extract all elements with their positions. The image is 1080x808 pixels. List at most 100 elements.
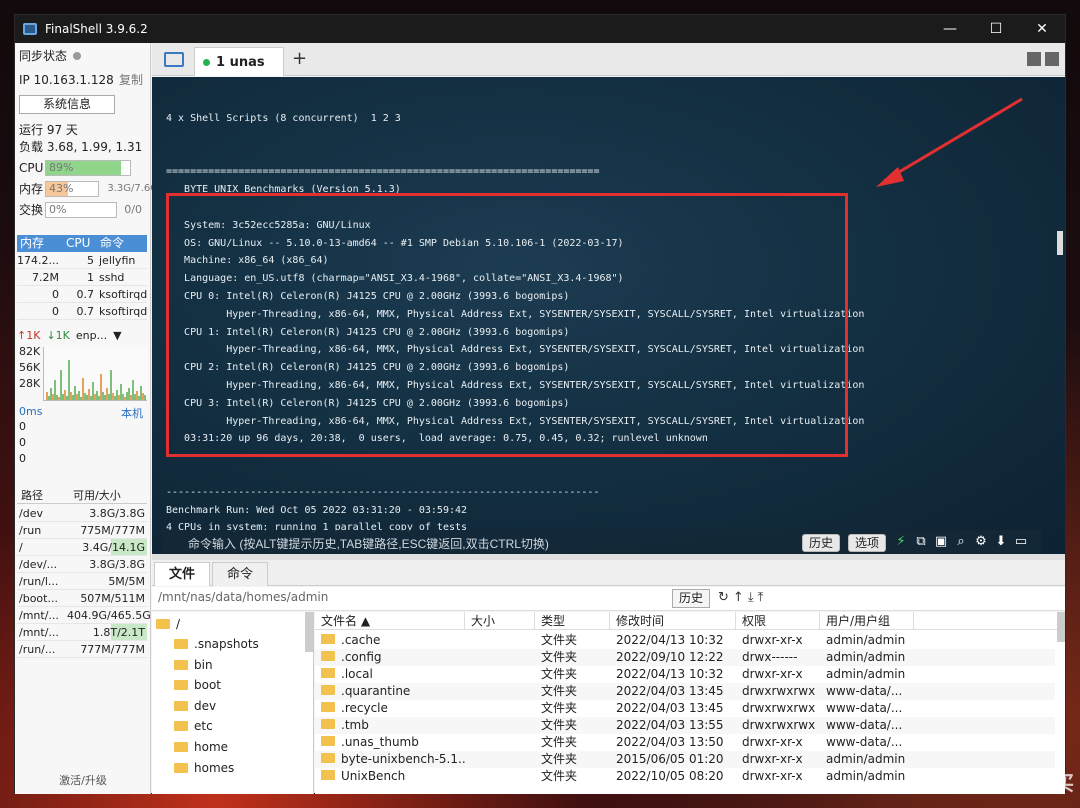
- gear-icon[interactable]: ⚙: [974, 535, 988, 549]
- search-icon[interactable]: ⌕: [954, 535, 968, 549]
- ping-host[interactable]: 本机: [121, 405, 143, 421]
- disk-col-path[interactable]: 路径: [17, 487, 67, 503]
- net-interface-select[interactable]: enp...: [76, 329, 107, 345]
- system-info-button[interactable]: 系统信息: [19, 95, 115, 114]
- tree-item[interactable]: dev: [174, 696, 216, 716]
- history-button[interactable]: 历史: [802, 534, 841, 552]
- file-user: www-data/...: [826, 735, 903, 749]
- terminal-scrollbar[interactable]: [1057, 231, 1063, 255]
- path-toolbar: ↻↑⤓⤒: [718, 590, 767, 605]
- tree-item-label: dev: [194, 698, 217, 713]
- cpu-value: 89%: [49, 161, 74, 174]
- file-name: .recycle: [315, 700, 465, 717]
- arrow-down-icon[interactable]: ⬇: [994, 535, 1008, 549]
- command-input-bar[interactable]: 命令输入 (按ALT键提示历史,TAB键路径,ESC键返回,双击CTRL切换) …: [162, 530, 1042, 554]
- file-row[interactable]: .quarantine 文件夹 2022/04/03 13:45 drwxrwxrwx…: [315, 683, 1055, 700]
- file-type: 文件夹: [541, 735, 578, 749]
- proc-mem: 0: [52, 305, 59, 318]
- col-type[interactable]: 类型: [535, 612, 610, 629]
- disk-row[interactable]: /dev/... 3.8G/3.8G: [17, 556, 147, 573]
- col-filename[interactable]: 文件名 ▲: [315, 612, 465, 629]
- proc-col-cpu[interactable]: CPU: [63, 235, 97, 252]
- file-type: 文件夹: [541, 752, 578, 766]
- tree-item[interactable]: homes: [174, 758, 234, 778]
- file-type: 文件夹: [541, 667, 578, 681]
- tab-commands[interactable]: 命令: [212, 562, 269, 586]
- folder-icon[interactable]: [164, 52, 184, 67]
- disk-row[interactable]: / 3.4G/14.1G: [17, 539, 147, 556]
- window-icon[interactable]: ▭: [1014, 535, 1028, 549]
- file-row[interactable]: UnixBench 文件夹 2022/10/05 08:20 drwxr-xr-x ad…: [315, 768, 1055, 785]
- app-icon: [23, 23, 37, 35]
- disk-row[interactable]: /dev 3.8G/3.8G: [17, 505, 147, 522]
- file-time: 2022/10/05 08:20: [616, 769, 724, 783]
- copy-icon[interactable]: ⧉: [914, 535, 928, 549]
- file-row[interactable]: .local 文件夹 2022/04/13 10:32 drwxr-xr-x admin…: [315, 666, 1055, 683]
- process-table-header: 内存 CPU 命令: [17, 235, 147, 252]
- swap-detail: 0/0: [124, 203, 142, 216]
- file-time: 2022/09/10 12:22: [616, 650, 724, 664]
- tab-session-unas[interactable]: 1 unas: [194, 47, 284, 76]
- process-row[interactable]: 174.2... 5 jellyfin: [17, 253, 147, 269]
- file-user: admin/admin: [826, 769, 906, 783]
- file-row[interactable]: .unas_thumb 文件夹 2022/04/03 13:50 drwxr-xr-x…: [315, 734, 1055, 751]
- download-icon[interactable]: ⤓: [748, 590, 758, 605]
- process-row[interactable]: 0 0.7 ksoftirqd: [17, 304, 147, 320]
- tree-item[interactable]: etc: [174, 716, 213, 736]
- disk-row[interactable]: /mnt/... 1.8T/2.1T: [17, 624, 147, 641]
- command-input[interactable]: 命令输入 (按ALT键提示历史,TAB键路径,ESC键返回,双击CTRL切换): [188, 535, 549, 552]
- file-row[interactable]: byte-unixbench-5.1... 文件夹 2015/06/05 01:20…: [315, 751, 1055, 768]
- tab-files[interactable]: 文件: [154, 562, 211, 586]
- tree-item[interactable]: home: [174, 737, 228, 757]
- session-tab-bar: 1 unas +: [152, 43, 1065, 76]
- disk-row[interactable]: /mnt/... 404.9G/465.5G: [17, 607, 151, 624]
- tree-item[interactable]: .snapshots: [174, 634, 259, 654]
- folder-icon: [174, 721, 188, 732]
- paste-icon[interactable]: ▣: [934, 535, 948, 549]
- file-row[interactable]: .config 文件夹 2022/09/10 12:22 drwx------ admi…: [315, 649, 1055, 666]
- disk-row[interactable]: /boot... 507M/511M: [17, 590, 147, 607]
- proc-col-mem[interactable]: 内存: [17, 235, 63, 252]
- process-row[interactable]: 0 0.7 ksoftirqd: [17, 287, 147, 303]
- tree-item[interactable]: bin: [174, 655, 213, 675]
- net-download: ↓1K: [46, 329, 70, 342]
- terminal-line: Benchmark Run: Wed Oct 05 2022 03:31:20 …: [166, 504, 468, 516]
- col-size[interactable]: 大小: [465, 612, 535, 629]
- col-permissions[interactable]: 权限: [736, 612, 820, 629]
- up-icon[interactable]: ↑: [733, 590, 748, 605]
- add-tab-button[interactable]: +: [292, 48, 307, 69]
- file-row[interactable]: .cache 文件夹 2022/04/13 10:32 drwxr-xr-x admin…: [315, 632, 1055, 649]
- disk-row[interactable]: /run/l... 5M/5M: [17, 573, 147, 590]
- path-bar: /mnt/nas/data/homes/admin 历史 ↻↑⤓⤒: [152, 587, 1065, 611]
- menu-icon[interactable]: [1045, 52, 1059, 66]
- tree-item[interactable]: boot: [174, 675, 221, 695]
- col-owner[interactable]: 用户/用户组: [820, 612, 914, 629]
- grid-layout-icon[interactable]: [1027, 52, 1041, 66]
- col-modified[interactable]: 修改时间: [610, 612, 736, 629]
- file-list-scrollbar[interactable]: [1057, 612, 1065, 642]
- tree-root[interactable]: /: [156, 614, 180, 634]
- minimize-button[interactable]: —: [927, 15, 973, 43]
- disk-row[interactable]: /run 775M/777M: [17, 522, 147, 539]
- file-row[interactable]: .recycle 文件夹 2022/04/03 13:45 drwxrwxrwx www…: [315, 700, 1055, 717]
- chevron-down-icon[interactable]: ▼: [113, 329, 121, 345]
- path-history-button[interactable]: 历史: [672, 589, 711, 608]
- path-input[interactable]: /mnt/nas/data/homes/admin: [158, 590, 328, 604]
- proc-col-cmd[interactable]: 命令: [97, 235, 147, 252]
- disk-col-size[interactable]: 可用/大小: [67, 487, 147, 503]
- tree-scrollbar[interactable]: [305, 612, 313, 652]
- maximize-button[interactable]: ☐: [973, 15, 1019, 43]
- file-row[interactable]: .tmb 文件夹 2022/04/03 13:55 drwxrwxrwx www-dat…: [315, 717, 1055, 734]
- copy-ip-button[interactable]: 复制: [119, 71, 143, 89]
- options-button[interactable]: 选项: [848, 534, 887, 552]
- activate-upgrade-link[interactable]: 激活/升级: [15, 772, 151, 788]
- disk-row[interactable]: /run/... 777M/777M: [17, 641, 147, 658]
- terminal-line: ========================================…: [166, 166, 600, 178]
- lightning-icon[interactable]: ⚡: [894, 535, 908, 549]
- terminal[interactable]: 4 x Shell Scripts (8 concurrent) 1 2 3 ==…: [152, 77, 1065, 554]
- upload-icon[interactable]: ⤒: [758, 590, 768, 605]
- close-button[interactable]: ✕: [1019, 15, 1065, 43]
- ping-latency: 0ms: [19, 405, 43, 418]
- refresh-icon[interactable]: ↻: [718, 590, 733, 605]
- process-row[interactable]: 7.2M 1 sshd: [17, 270, 147, 286]
